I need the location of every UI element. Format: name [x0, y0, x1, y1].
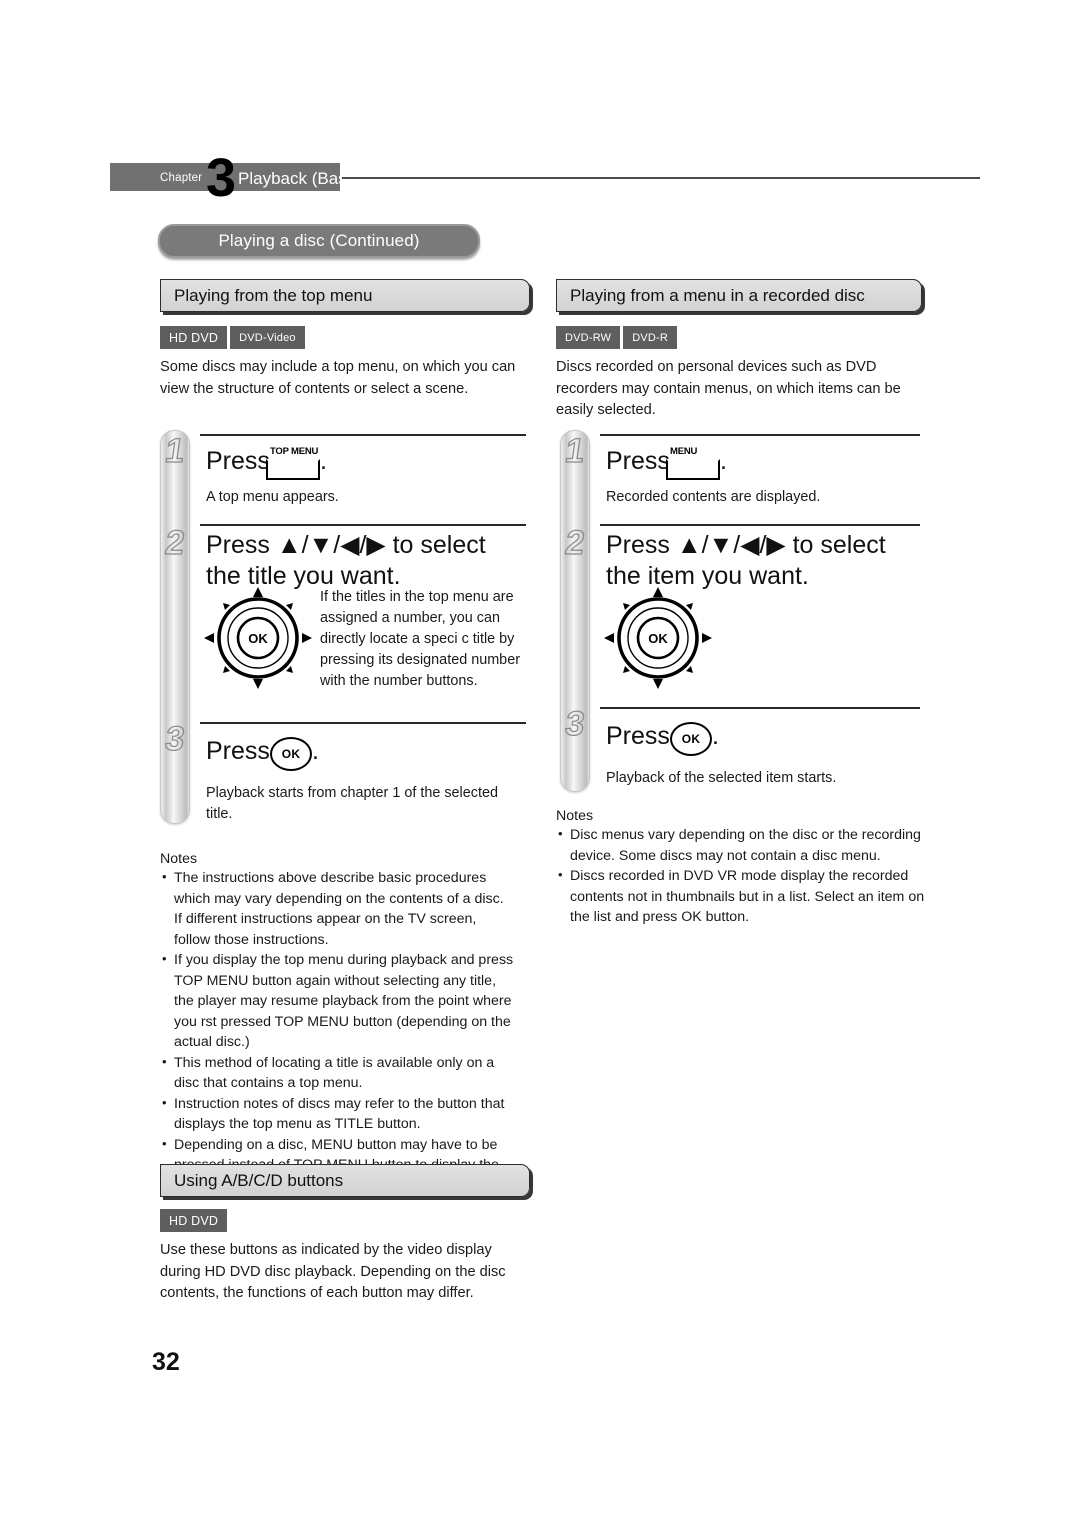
section-heading-recorded-disc: Playing from a menu in a recorded disc	[556, 279, 922, 312]
intro-text-right: Discs recorded on personal devices such …	[556, 359, 901, 418]
step-number-3-left: 3	[162, 719, 188, 758]
section-heading-abcd-buttons-label: Using A/B/C/D buttons	[174, 1170, 344, 1190]
note-item: This method of locating a title is avail…	[160, 1052, 515, 1094]
svg-text:OK: OK	[648, 631, 668, 646]
step-3-left-text: Press	[206, 736, 270, 767]
step-2-left-sidetext: If the titles in the top menu are assign…	[320, 589, 520, 689]
step-3-right-period: .	[712, 722, 719, 750]
section-heading-recorded-disc-label: Playing from a menu in a recorded disc	[570, 285, 865, 305]
notes-right-title: Notes	[556, 808, 594, 824]
disc-badge: HD DVD	[160, 1209, 228, 1232]
step-divider	[600, 707, 920, 709]
step-divider	[200, 434, 526, 436]
svg-text:OK: OK	[248, 631, 268, 646]
manual-page: Chapter 3 Playback (Basic) Playing a dis…	[0, 0, 1080, 1528]
section-heading-abcd-buttons: Using A/B/C/D buttons	[160, 1164, 530, 1197]
page-number: 32	[152, 1348, 180, 1376]
note-item: Instruction notes of discs may refer to …	[160, 1093, 515, 1135]
step-3-left-period: .	[312, 737, 319, 765]
step-3-right-text: Press	[606, 721, 670, 752]
continued-banner-label: Playing a disc (Continued)	[218, 231, 420, 250]
step-1-left-prefix: Press	[206, 447, 270, 475]
step-1-right-text: Press	[606, 446, 670, 477]
disc-badges-right: DVD-RW DVD-R	[556, 326, 678, 349]
chapter-rule	[342, 177, 980, 179]
dpad-ok-wheel-left: OK	[204, 587, 312, 689]
note-item: Discs recorded in DVD VR mode display th…	[556, 865, 926, 928]
step-number-1-right: 1	[562, 431, 588, 470]
chapter-number: 3	[206, 148, 237, 208]
continued-banner: Playing a disc (Continued)	[158, 224, 480, 258]
menu-key-glyph: MENU	[666, 446, 720, 480]
notes-right-list: Disc menus vary depending on the disc or…	[556, 824, 926, 928]
notes-left-list: The instructions above describe basic pr…	[160, 867, 515, 1196]
note-item: The instructions above describe basic pr…	[160, 867, 515, 950]
step-divider	[200, 524, 526, 526]
disc-badges-left: HD DVD DVD-Video	[160, 326, 305, 349]
top-menu-key-caption: TOP MENU	[270, 446, 319, 457]
ok-button-glyph-left: OK	[270, 737, 312, 771]
step-3-left-prefix: Press	[206, 737, 270, 765]
step-rail-left	[160, 430, 190, 824]
step-1-right-sub: Recorded contents are displayed.	[606, 489, 821, 505]
step-1-right-period: .	[720, 447, 727, 475]
step-number-2-right: 2	[562, 523, 588, 562]
menu-key-caption: MENU	[670, 446, 698, 457]
disc-badge: DVD-Video	[230, 326, 305, 349]
key-outline	[666, 459, 720, 480]
ok-button-glyph-right: OK	[670, 722, 712, 756]
chapter-title: Playback (Basic)	[238, 169, 365, 188]
note-item: Disc menus vary depending on the disc or…	[556, 824, 926, 866]
step-number-2-left: 2	[162, 523, 188, 562]
step-3-left-sub: Playback starts from chapter 1 of the se…	[206, 785, 498, 822]
dpad-ok-wheel-right: OK	[604, 587, 712, 689]
notes-left: Notes The instructions above describe ba…	[160, 851, 515, 1196]
step-1-left-text: Press	[206, 446, 270, 477]
disc-badge: DVD-RW	[556, 326, 621, 349]
chapter-word-label: Chapter	[160, 172, 203, 184]
step-1-left-sub: A top menu appears.	[206, 489, 339, 505]
step-number-1-left: 1	[162, 431, 188, 470]
disc-badge: HD DVD	[160, 326, 228, 349]
chapter-header: Chapter 3 Playback (Basic)	[110, 151, 980, 205]
step-divider	[600, 524, 920, 526]
disc-badges-bottom: HD DVD	[160, 1209, 228, 1232]
step-1-right-prefix: Press	[606, 447, 670, 475]
top-menu-key-glyph: TOP MENU	[266, 446, 320, 480]
notes-right: Notes Disc menus vary depending on the d…	[556, 808, 926, 928]
notes-left-title: Notes	[160, 851, 198, 867]
step-3-right-sub: Playback of the selected item starts.	[606, 770, 837, 786]
step-number-3-right: 3	[562, 704, 588, 743]
step-2-left-text: Press ▲/▼/◀/▶ to select the title you wa…	[206, 531, 486, 590]
key-outline	[266, 459, 320, 480]
step-divider	[200, 722, 526, 724]
note-item: If you display the top menu during playb…	[160, 949, 515, 1053]
step-2-right-text: Press ▲/▼/◀/▶ to select the item you wan…	[606, 531, 886, 590]
step-1-left-period: .	[320, 447, 327, 475]
section-heading-top-menu-label: Playing from the top menu	[174, 285, 373, 305]
bottom-body-text: Use these buttons as indicated by the vi…	[160, 1242, 506, 1301]
intro-text-left: Some discs may include a top menu, on wh…	[160, 359, 516, 397]
step-3-right-prefix: Press	[606, 722, 670, 750]
disc-badge: DVD-R	[623, 326, 678, 349]
section-heading-top-menu: Playing from the top menu	[160, 279, 530, 312]
step-divider	[600, 434, 920, 436]
